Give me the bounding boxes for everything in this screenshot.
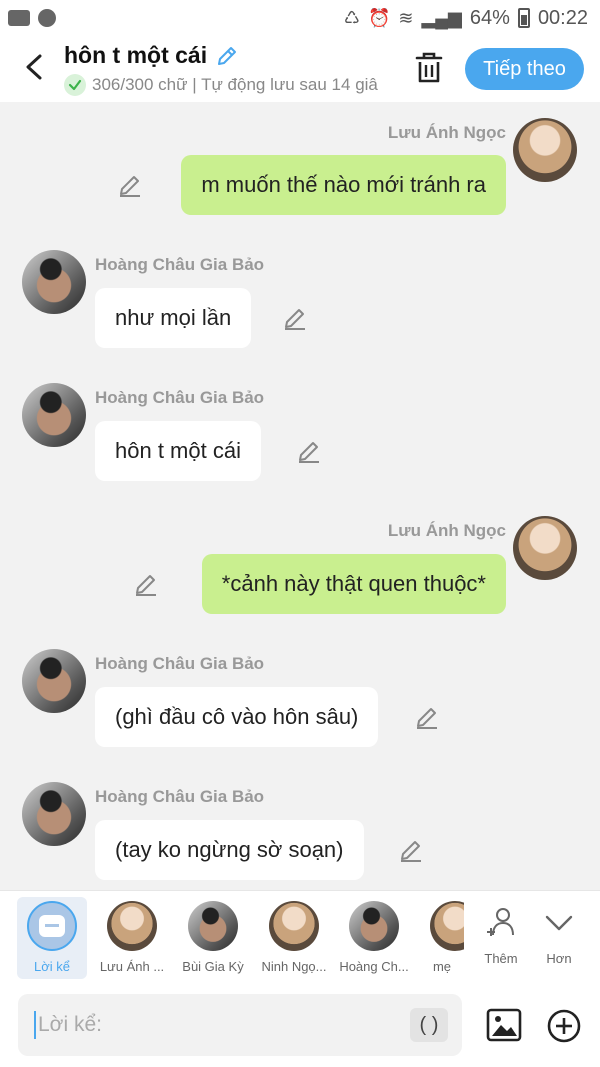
character-bui-gia-ky[interactable]: Bùi Gia Kỳ xyxy=(178,897,248,979)
check-icon xyxy=(64,74,86,96)
next-button[interactable]: Tiếp theo xyxy=(465,48,584,90)
message-bubble[interactable]: như mọi lần xyxy=(95,288,252,348)
character-luu-anh-ngoc[interactable]: Lưu Ánh ... xyxy=(97,897,167,979)
narrator-icon xyxy=(27,901,77,951)
back-icon[interactable] xyxy=(20,50,50,84)
battery-percent: 64% xyxy=(469,6,510,29)
add-label: Thêm xyxy=(484,951,518,966)
autosave-text: 306/300 chữ | Tự động lưu sau 14 giâ xyxy=(92,75,378,94)
edit-message-icon[interactable] xyxy=(133,571,159,597)
edit-message-icon[interactable] xyxy=(296,438,322,464)
edit-message-icon[interactable] xyxy=(398,837,424,863)
avatar-hoang-chau-gia-bao[interactable] xyxy=(22,649,86,713)
input-bar: Lời kể: ( ) xyxy=(0,984,600,1067)
avatar xyxy=(349,901,399,951)
message-bubble[interactable]: (tay ko ngừng sờ soạn) xyxy=(95,820,364,880)
title-text: hôn t một cái xyxy=(64,42,208,68)
speaker-name: Lưu Ánh Ngọc xyxy=(387,521,506,540)
character-label: Hoàng Ch... xyxy=(339,959,409,974)
edit-message-icon[interactable] xyxy=(282,305,308,331)
character-label: mẹ xyxy=(432,959,452,974)
page-title: hôn t một cái xyxy=(64,42,239,69)
character-narrator[interactable]: Lời kể xyxy=(17,897,87,979)
character-label: Lời kể xyxy=(34,959,70,974)
chat-area: Lưu Ánh Ngọc m muốn thế nào mới tránh ra… xyxy=(0,102,600,890)
status-left xyxy=(8,9,56,27)
wifi-icon: ≋ xyxy=(398,7,414,28)
avatar xyxy=(107,901,157,951)
character-label: Lưu Ánh ... xyxy=(99,959,165,974)
avatar-hoang-chau-gia-bao[interactable] xyxy=(22,250,86,314)
speaker-name: Hoàng Châu Gia Bảo xyxy=(95,255,265,274)
more-label: Hơn xyxy=(546,951,572,966)
character-bar: Lời kể Lưu Ánh ... Bùi Gia Kỳ Ninh Ngọ..… xyxy=(0,890,600,984)
clock: 00:22 xyxy=(537,6,588,29)
alarm-icon: ⏰ xyxy=(367,7,391,28)
image-icon[interactable] xyxy=(486,1008,522,1042)
battery-icon xyxy=(517,8,530,28)
character-ninh-ngoc[interactable]: Ninh Ngọ... xyxy=(259,897,329,979)
message-bubble[interactable]: hôn t một cái xyxy=(95,421,261,481)
plus-circle-icon[interactable] xyxy=(546,1008,582,1044)
avatar xyxy=(269,901,319,951)
header: hôn t một cái 306/300 chữ | Tự động lưu … xyxy=(0,36,600,102)
more-button[interactable]: Hơn xyxy=(529,901,589,977)
avatar-hoang-chau-gia-bao[interactable] xyxy=(22,383,86,447)
text-cursor xyxy=(34,1011,36,1039)
status-bar: ♺ ⏰ ≋ ▂▄▆ 64% 00:22 xyxy=(0,0,600,36)
character-label: Ninh Ngọ... xyxy=(261,959,327,974)
chevron-down-icon xyxy=(545,915,573,931)
speaker-name: Hoàng Châu Gia Bảo xyxy=(95,787,265,806)
trash-icon[interactable] xyxy=(412,50,446,86)
add-character-button[interactable]: Thêm xyxy=(471,901,531,977)
edit-title-icon[interactable] xyxy=(215,44,239,68)
edit-message-icon[interactable] xyxy=(414,704,440,730)
status-right: ♺ ⏰ ≋ ▂▄▆ 64% 00:22 xyxy=(344,7,588,30)
avatar-hoang-chau-gia-bao[interactable] xyxy=(22,782,86,846)
recycle-icon: ♺ xyxy=(343,7,360,28)
avatar xyxy=(430,901,464,951)
avatar-luu-anh-ngoc[interactable] xyxy=(513,516,577,580)
narration-input[interactable]: Lời kể: xyxy=(18,994,462,1056)
message-bubble[interactable]: (ghì đầu cô vào hôn sâu) xyxy=(95,687,379,747)
message-bubble[interactable]: m muốn thế nào mới tránh ra xyxy=(181,155,506,215)
add-person-icon xyxy=(487,908,514,936)
avatar xyxy=(188,901,238,951)
character-label: Bùi Gia Kỳ xyxy=(182,959,244,974)
speaker-name: Hoàng Châu Gia Bảo xyxy=(95,388,265,407)
character-hoang-chau[interactable]: Hoàng Ch... xyxy=(339,897,409,979)
edit-message-icon[interactable] xyxy=(117,172,143,198)
youtube-icon xyxy=(8,10,30,26)
globe-icon xyxy=(38,9,56,27)
input-placeholder: Lời kể: xyxy=(38,1013,102,1036)
speaker-name: Lưu Ánh Ngọc xyxy=(387,123,506,142)
message-bubble[interactable]: *cảnh này thật quen thuộc* xyxy=(201,554,506,614)
speaker-name: Hoàng Châu Gia Bảo xyxy=(95,654,265,673)
autosave-status: 306/300 chữ | Tự động lưu sau 14 giâ xyxy=(64,74,390,96)
character-me[interactable]: mẹ xyxy=(420,897,464,979)
signal-icon: ▂▄▆ xyxy=(421,7,462,28)
avatar-luu-anh-ngoc[interactable] xyxy=(513,118,577,182)
parenthesis-button[interactable]: ( ) xyxy=(410,1008,448,1042)
